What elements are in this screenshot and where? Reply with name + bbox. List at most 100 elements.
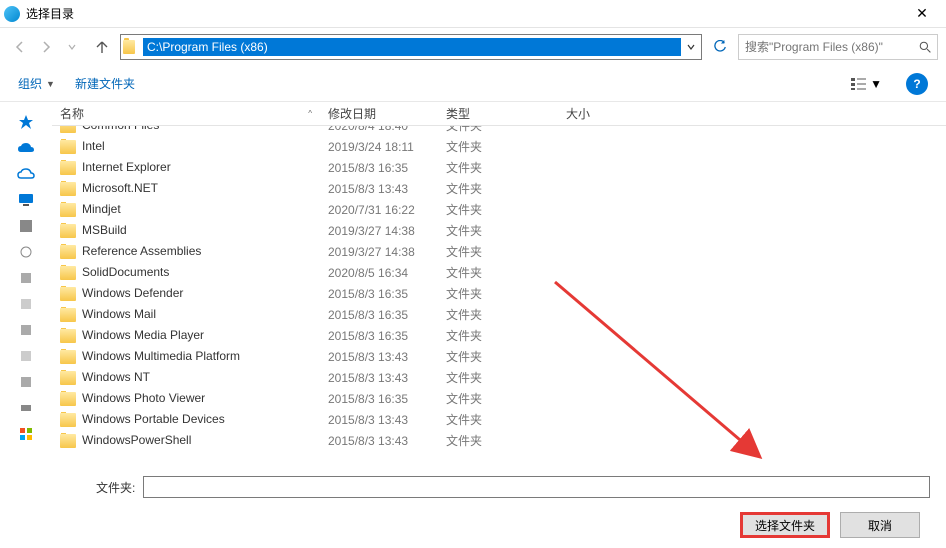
sidebar-item[interactable] xyxy=(10,240,42,264)
folder-icon xyxy=(60,126,76,133)
file-date: 2019/3/24 18:11 xyxy=(320,140,438,154)
table-row[interactable]: MSBuild 2019/3/27 14:38文件夹 xyxy=(52,220,946,241)
file-date: 2015/8/3 16:35 xyxy=(320,329,438,343)
table-row[interactable]: Windows Portable Devices 2015/8/3 13:43文件… xyxy=(52,409,946,430)
table-row[interactable]: SolidDocuments2020/8/5 16:34文件夹 xyxy=(52,262,946,283)
search-box[interactable] xyxy=(738,34,938,60)
file-type: 文件夹 xyxy=(438,201,558,218)
table-row[interactable]: Reference Assemblies2019/3/27 14:38文件夹 xyxy=(52,241,946,262)
sidebar-item[interactable] xyxy=(10,344,42,368)
recent-dropdown-icon[interactable] xyxy=(60,35,84,59)
forward-button[interactable] xyxy=(34,35,58,59)
folder-label: 文件夹: xyxy=(96,479,135,496)
refresh-button[interactable] xyxy=(708,35,732,59)
address-bar[interactable] xyxy=(120,34,702,60)
file-name: SolidDocuments xyxy=(82,265,169,279)
sidebar-item[interactable] xyxy=(10,318,42,342)
sidebar-item[interactable] xyxy=(10,266,42,290)
folder-name-input[interactable] xyxy=(143,476,930,498)
search-input[interactable] xyxy=(739,38,913,56)
table-row[interactable]: Intel2019/3/24 18:11文件夹 xyxy=(52,136,946,157)
column-header-date[interactable]: 修改日期 xyxy=(320,105,438,122)
file-name: Windows Mail xyxy=(82,307,156,321)
file-date: 2015/8/3 13:43 xyxy=(320,182,438,196)
file-name: MSBuild xyxy=(82,223,127,237)
file-name: Reference Assemblies xyxy=(82,244,201,258)
sidebar-windows-icon[interactable] xyxy=(10,422,42,446)
file-name: Internet Explorer xyxy=(82,160,171,174)
file-name: Windows Portable Devices xyxy=(82,412,225,426)
table-row[interactable]: Windows Multimedia Platform2015/8/3 13:4… xyxy=(52,346,946,367)
folder-icon xyxy=(60,245,76,259)
sidebar-item[interactable] xyxy=(10,396,42,420)
column-header-type[interactable]: 类型 xyxy=(438,105,558,122)
folder-icon xyxy=(60,308,76,322)
file-name: Common Files xyxy=(82,126,159,132)
folder-icon xyxy=(60,371,76,385)
view-options-button[interactable]: ▼ xyxy=(846,75,886,93)
table-row[interactable]: Windows Photo Viewer 2015/8/3 16:35文件夹 xyxy=(52,388,946,409)
sidebar-cloud-icon[interactable] xyxy=(10,162,42,186)
file-date: 2020/8/5 16:34 xyxy=(320,266,438,280)
sidebar-item[interactable] xyxy=(10,370,42,394)
folder-icon xyxy=(123,38,141,56)
table-row[interactable]: Microsoft.NET2015/8/3 13:43文件夹 xyxy=(52,178,946,199)
table-row[interactable]: Windows NT2015/8/3 13:43文件夹 xyxy=(52,367,946,388)
file-date: 2020/8/4 18:40 xyxy=(320,126,438,133)
table-row[interactable]: Internet Explorer2015/8/3 16:35文件夹 xyxy=(52,157,946,178)
file-date: 2020/7/31 16:22 xyxy=(320,203,438,217)
cancel-button[interactable]: 取消 xyxy=(840,512,920,538)
help-button[interactable]: ? xyxy=(906,73,928,95)
file-type: 文件夹 xyxy=(438,390,558,407)
column-header-size[interactable]: 大小 xyxy=(558,105,638,122)
file-name: Windows Photo Viewer xyxy=(82,391,205,405)
folder-icon xyxy=(60,413,76,427)
file-name: Mindjet xyxy=(82,202,121,216)
sidebar-item[interactable] xyxy=(10,292,42,316)
sidebar-item[interactable] xyxy=(10,214,42,238)
folder-icon xyxy=(60,329,76,343)
sidebar-onedrive-icon[interactable] xyxy=(10,136,42,160)
file-type: 文件夹 xyxy=(438,126,558,134)
folder-icon xyxy=(60,182,76,196)
up-button[interactable] xyxy=(90,35,114,59)
table-row[interactable]: Mindjet 2020/7/31 16:22文件夹 xyxy=(52,199,946,220)
file-date: 2015/8/3 16:35 xyxy=(320,392,438,406)
window-title: 选择目录 xyxy=(26,5,902,22)
sidebar-quick-access-icon[interactable] xyxy=(10,110,42,134)
app-icon xyxy=(4,6,20,22)
back-button[interactable] xyxy=(8,35,32,59)
folder-icon xyxy=(60,203,76,217)
path-input[interactable] xyxy=(143,38,681,56)
column-header-name[interactable]: 名称 ^ xyxy=(52,105,320,122)
table-row[interactable]: Windows Defender2015/8/3 16:35文件夹 xyxy=(52,283,946,304)
file-date: 2015/8/3 16:35 xyxy=(320,287,438,301)
organize-menu[interactable]: 组织 ▼ xyxy=(18,75,55,92)
file-name: Intel xyxy=(82,139,105,153)
file-date: 2019/3/27 14:38 xyxy=(320,245,438,259)
table-row[interactable]: WindowsPowerShell2015/8/3 13:43文件夹 xyxy=(52,430,946,451)
folder-icon xyxy=(60,161,76,175)
file-type: 文件夹 xyxy=(438,285,558,302)
new-folder-label: 新建文件夹 xyxy=(75,75,135,92)
table-row[interactable]: Windows Mail2015/8/3 16:35文件夹 xyxy=(52,304,946,325)
path-dropdown-icon[interactable] xyxy=(681,42,701,52)
table-row[interactable]: Common Files 2020/8/4 18:40文件夹 xyxy=(52,126,946,136)
close-button[interactable]: ✕ xyxy=(902,0,942,28)
file-date: 2015/8/3 13:43 xyxy=(320,350,438,364)
file-type: 文件夹 xyxy=(438,411,558,428)
search-icon[interactable] xyxy=(913,41,937,54)
file-name: WindowsPowerShell xyxy=(82,433,191,447)
file-date: 2019/3/27 14:38 xyxy=(320,224,438,238)
table-row[interactable]: Windows Media Player2015/8/3 16:35文件夹 xyxy=(52,325,946,346)
folder-icon xyxy=(60,350,76,364)
sidebar-pc-icon[interactable] xyxy=(10,188,42,212)
file-type: 文件夹 xyxy=(438,369,558,386)
file-type: 文件夹 xyxy=(438,222,558,239)
new-folder-button[interactable]: 新建文件夹 xyxy=(75,75,135,92)
file-date: 2015/8/3 13:43 xyxy=(320,413,438,427)
folder-icon xyxy=(60,392,76,406)
file-type: 文件夹 xyxy=(438,432,558,449)
select-folder-button[interactable]: 选择文件夹 xyxy=(740,512,830,538)
folder-icon xyxy=(60,287,76,301)
